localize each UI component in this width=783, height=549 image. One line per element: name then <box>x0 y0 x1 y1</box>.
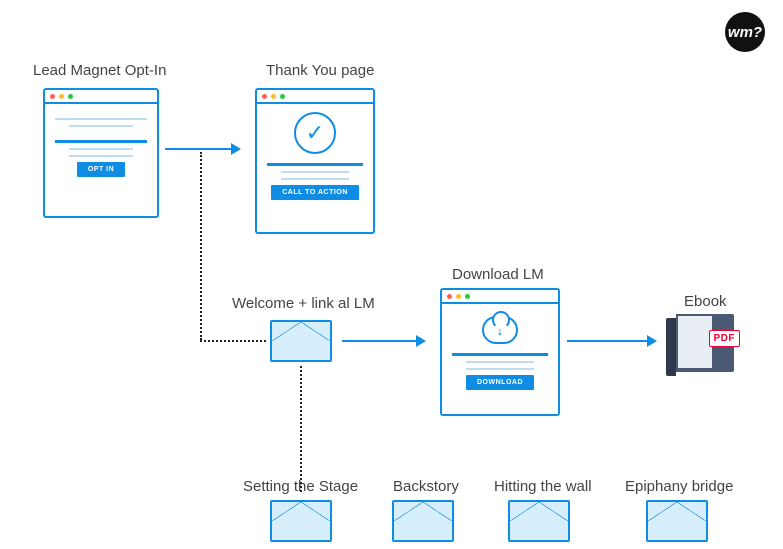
arrow-welcome-download <box>342 340 424 342</box>
mail-email-4-icon <box>646 500 708 542</box>
label-email-3: Hitting the wall <box>494 478 592 495</box>
logo-text: wm? <box>728 24 762 41</box>
connector-dotted-h1 <box>200 340 266 342</box>
browser-bar <box>257 90 373 104</box>
cta-button: CALL TO ACTION <box>271 185 359 200</box>
optin-button: OPT IN <box>77 162 125 177</box>
label-download: Download LM <box>452 266 544 283</box>
browser-bar <box>442 290 558 304</box>
mail-email-2-icon <box>392 500 454 542</box>
label-email-2: Backstory <box>393 478 459 495</box>
download-button: DOWNLOAD <box>466 375 534 390</box>
label-welcome: Welcome + link al LM <box>232 295 375 312</box>
arrow-download-ebook <box>567 340 655 342</box>
label-thankyou: Thank You page <box>266 62 374 79</box>
browser-optin: OPT IN <box>43 88 159 218</box>
mail-email-3-icon <box>508 500 570 542</box>
mail-welcome-icon <box>270 320 332 362</box>
label-optin: Lead Magnet Opt-In <box>33 62 166 79</box>
browser-bar <box>45 90 157 104</box>
check-icon: ✓ <box>294 112 336 154</box>
label-ebook: Ebook <box>684 293 727 310</box>
logo-badge: wm? <box>725 12 765 52</box>
connector-dotted-v2 <box>300 366 302 492</box>
label-email-4: Epiphany bridge <box>625 478 733 495</box>
mail-email-1-icon <box>270 500 332 542</box>
ebook-pdf-tag: PDF <box>709 330 741 347</box>
arrow-optin-thankyou <box>165 148 239 150</box>
browser-download: ↓ DOWNLOAD <box>440 288 560 416</box>
connector-dotted-v1 <box>200 152 202 340</box>
label-email-1: Setting the Stage <box>243 478 358 495</box>
ebook-icon: PDF <box>666 314 740 376</box>
cloud-download-icon: ↓ <box>482 316 518 344</box>
browser-thankyou: ✓ CALL TO ACTION <box>255 88 375 234</box>
